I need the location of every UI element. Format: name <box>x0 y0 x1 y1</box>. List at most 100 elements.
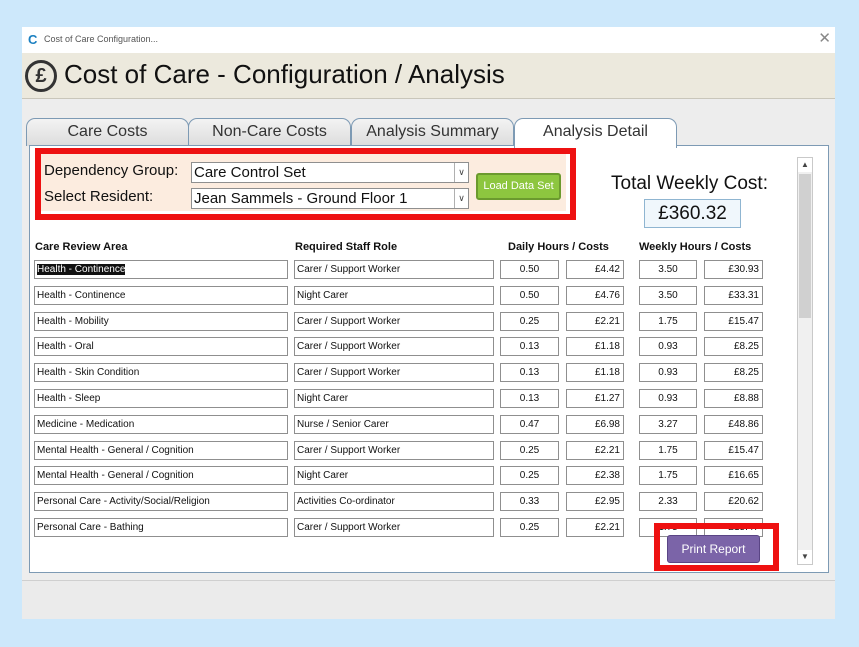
app-logo-icon: C <box>28 32 38 47</box>
care-area-field[interactable]: Health - Oral <box>34 337 288 356</box>
staff-role-field-text: Night Carer <box>297 393 349 404</box>
staff-role-field[interactable]: Night Carer <box>294 286 494 305</box>
daily-hours-field[interactable]: 0.50 <box>500 260 559 279</box>
care-area-field[interactable]: Health - Mobility <box>34 312 288 331</box>
care-area-field[interactable]: Personal Care - Bathing <box>34 518 288 537</box>
care-area-field[interactable]: Health - Skin Condition <box>34 363 288 382</box>
staff-role-field[interactable]: Nurse / Senior Carer <box>294 415 494 434</box>
weekly-cost-field[interactable]: £15.47 <box>704 441 763 460</box>
daily-cost-field[interactable]: £2.21 <box>566 518 624 537</box>
daily-hours-field[interactable]: 0.13 <box>500 389 559 408</box>
daily-cost-field[interactable]: £2.95 <box>566 492 624 511</box>
care-area-field[interactable]: Health - Continence <box>34 286 288 305</box>
daily-cost-field-text: £4.76 <box>594 290 620 301</box>
weekly-hours-field[interactable]: 1.75 <box>639 466 697 485</box>
weekly-hours-field[interactable]: 0.93 <box>639 363 697 382</box>
weekly-hours-field-text: 0.93 <box>658 367 678 378</box>
weekly-cost-field[interactable]: £20.62 <box>704 492 763 511</box>
weekly-cost-field[interactable]: £8.25 <box>704 363 763 382</box>
daily-hours-field[interactable]: 0.25 <box>500 518 559 537</box>
daily-hours-field[interactable]: 0.25 <box>500 312 559 331</box>
weekly-hours-field-text: 1.75 <box>658 470 678 481</box>
care-area-field-text: Health - Skin Condition <box>37 367 140 378</box>
daily-cost-field[interactable]: £1.18 <box>566 363 624 382</box>
weekly-hours-field[interactable]: 1.75 <box>639 441 697 460</box>
daily-cost-field[interactable]: £2.38 <box>566 466 624 485</box>
daily-hours-field[interactable]: 0.25 <box>500 466 559 485</box>
scroll-up-icon[interactable]: ▲ <box>798 158 812 172</box>
care-area-field[interactable]: Health - Continence <box>34 260 288 279</box>
weekly-hours-field[interactable]: 0.93 <box>639 389 697 408</box>
daily-cost-field[interactable]: £2.21 <box>566 441 624 460</box>
staff-role-field[interactable]: Carer / Support Worker <box>294 260 494 279</box>
daily-cost-field[interactable]: £1.18 <box>566 337 624 356</box>
staff-role-field[interactable]: Carer / Support Worker <box>294 363 494 382</box>
weekly-hours-field[interactable]: 3.50 <box>639 286 697 305</box>
staff-role-field[interactable]: Carer / Support Worker <box>294 337 494 356</box>
weekly-hours-field[interactable]: 1.75 <box>639 312 697 331</box>
daily-hours-field[interactable]: 0.13 <box>500 363 559 382</box>
weekly-cost-field[interactable]: £30.93 <box>704 260 763 279</box>
staff-role-field[interactable]: Carer / Support Worker <box>294 441 494 460</box>
daily-cost-field-text: £1.18 <box>594 341 620 352</box>
tab-analysis-detail[interactable]: Analysis Detail <box>514 118 677 148</box>
tab-care-costs[interactable]: Care Costs <box>26 118 189 146</box>
weekly-cost-field[interactable]: £16.65 <box>704 466 763 485</box>
weekly-cost-field[interactable]: £48.86 <box>704 415 763 434</box>
weekly-cost-field[interactable]: £33.31 <box>704 286 763 305</box>
staff-role-field[interactable]: Night Carer <box>294 389 494 408</box>
scroll-thumb[interactable] <box>799 174 811 318</box>
care-area-field-text: Health - Continence <box>37 264 126 275</box>
care-area-field[interactable]: Mental Health - General / Cognition <box>34 466 288 485</box>
close-icon[interactable]: ✕ <box>818 31 831 46</box>
weekly-cost-field[interactable]: £15.47 <box>704 312 763 331</box>
weekly-cost-field-text: £15.47 <box>728 445 759 456</box>
weekly-hours-field-text: 2.33 <box>658 496 678 507</box>
staff-role-field[interactable]: Activities Co-ordinator <box>294 492 494 511</box>
tab-non-care-costs[interactable]: Non-Care Costs <box>188 118 351 146</box>
scroll-down-icon[interactable]: ▼ <box>798 550 812 564</box>
window-title: Cost of Care Configuration... <box>44 34 159 44</box>
column-header-weekly: Weekly Hours / Costs <box>639 241 752 253</box>
app-window: C Cost of Care Configuration... ✕ £ Cost… <box>22 27 835 619</box>
daily-hours-field-text: 0.13 <box>519 393 540 404</box>
daily-hours-field[interactable]: 0.25 <box>500 441 559 460</box>
highlight-frame-print <box>654 523 779 571</box>
tab-analysis-summary[interactable]: Analysis Summary <box>351 118 514 146</box>
daily-cost-field[interactable]: £1.27 <box>566 389 624 408</box>
vertical-scrollbar[interactable]: ▲ ▼ <box>797 157 813 565</box>
daily-hours-field-text: 0.50 <box>519 264 540 275</box>
weekly-hours-field[interactable]: 0.93 <box>639 337 697 356</box>
care-area-field-text: Mental Health - General / Cognition <box>37 445 194 456</box>
title-bar: C Cost of Care Configuration... ✕ <box>22 27 835 53</box>
daily-hours-field[interactable]: 0.50 <box>500 286 559 305</box>
daily-hours-field[interactable]: 0.13 <box>500 337 559 356</box>
weekly-cost-field[interactable]: £8.25 <box>704 337 763 356</box>
staff-role-field-text: Night Carer <box>297 290 349 301</box>
care-area-field[interactable]: Medicine - Medication <box>34 415 288 434</box>
daily-cost-field-text: £2.95 <box>594 496 620 507</box>
weekly-hours-field[interactable]: 3.50 <box>639 260 697 279</box>
care-area-field-text: Medicine - Medication <box>37 419 135 430</box>
daily-cost-field[interactable]: £4.42 <box>566 260 624 279</box>
daily-cost-field-text: £4.42 <box>594 264 620 275</box>
weekly-hours-field[interactable]: 2.33 <box>639 492 697 511</box>
daily-cost-field[interactable]: £4.76 <box>566 286 624 305</box>
daily-hours-field[interactable]: 0.33 <box>500 492 559 511</box>
staff-role-field[interactable]: Carer / Support Worker <box>294 312 494 331</box>
staff-role-field-text: Carer / Support Worker <box>297 445 401 456</box>
staff-role-field[interactable]: Night Carer <box>294 466 494 485</box>
care-area-field[interactable]: Personal Care - Activity/Social/Religion <box>34 492 288 511</box>
daily-hours-field[interactable]: 0.47 <box>500 415 559 434</box>
daily-cost-field[interactable]: £2.21 <box>566 312 624 331</box>
weekly-hours-field[interactable]: 3.27 <box>639 415 697 434</box>
daily-cost-field[interactable]: £6.98 <box>566 415 624 434</box>
daily-hours-field-text: 0.47 <box>519 419 540 430</box>
weekly-hours-field-text: 3.50 <box>658 290 678 301</box>
daily-cost-field-text: £2.21 <box>594 445 620 456</box>
care-area-field[interactable]: Mental Health - General / Cognition <box>34 441 288 460</box>
staff-role-field[interactable]: Carer / Support Worker <box>294 518 494 537</box>
weekly-cost-field[interactable]: £8.88 <box>704 389 763 408</box>
care-area-field[interactable]: Health - Sleep <box>34 389 288 408</box>
staff-role-field-text: Activities Co-ordinator <box>297 496 395 507</box>
